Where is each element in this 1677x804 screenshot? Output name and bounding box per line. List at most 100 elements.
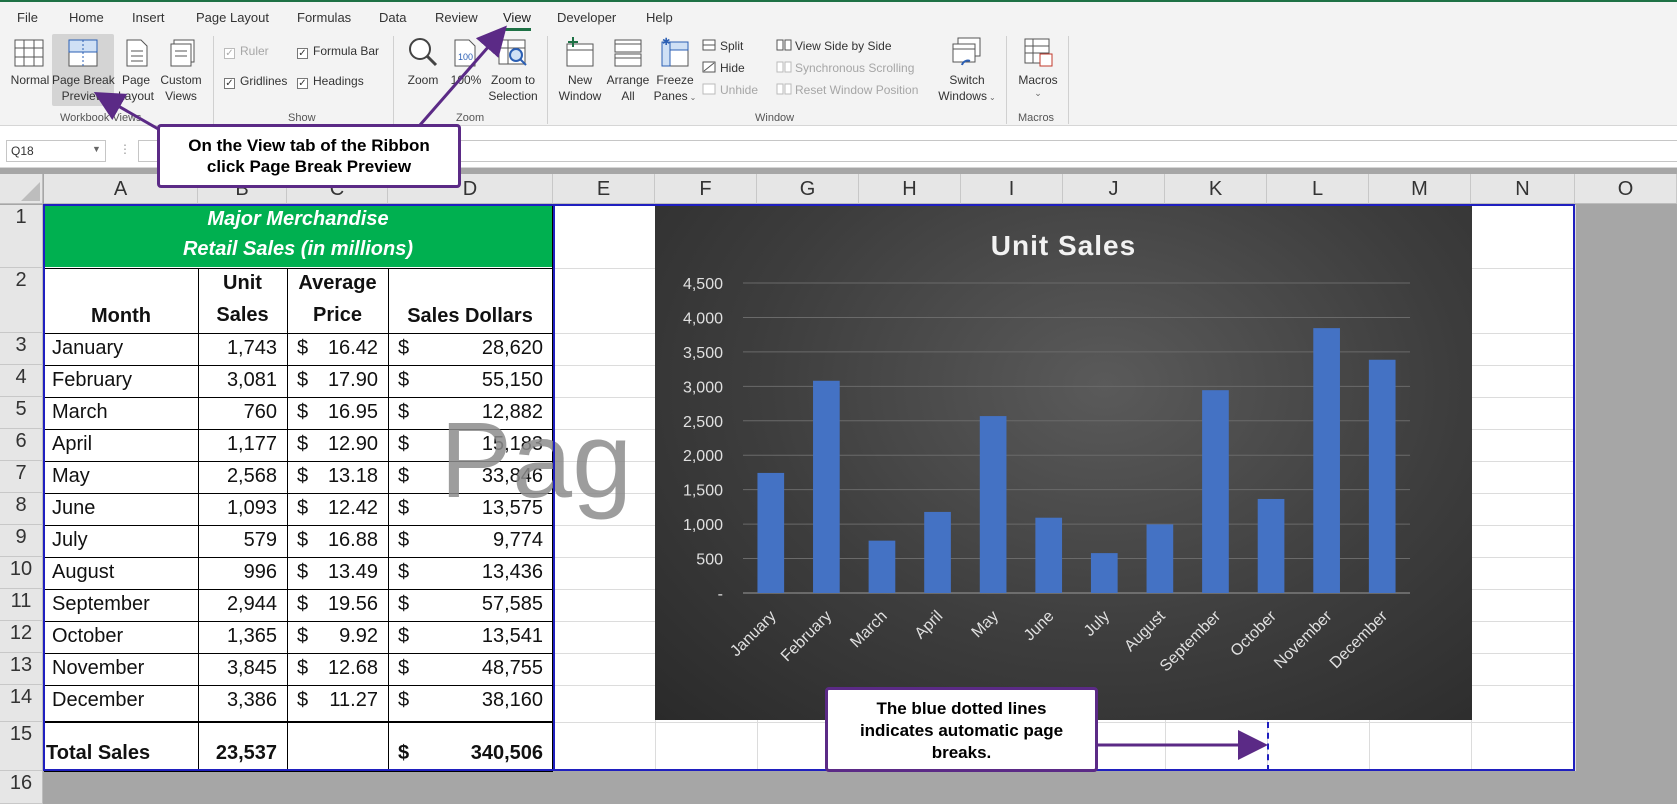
synchronous-scrolling-button[interactable]: Synchronous Scrolling [776, 60, 914, 75]
bar-december[interactable] [1368, 359, 1396, 593]
table-border [44, 333, 553, 334]
bar-september[interactable] [1202, 390, 1229, 593]
month-cell: October [52, 625, 124, 647]
menu-developer[interactable]: Developer [557, 10, 616, 25]
ribbon-separator [393, 36, 394, 124]
chevron-down-icon[interactable]: ▼ [92, 144, 101, 154]
column-header-e[interactable]: E [553, 174, 655, 204]
bar-august[interactable] [1146, 524, 1174, 593]
row-header-15[interactable]: 15 [0, 722, 43, 771]
zoom-to-selection-label-2[interactable]: Selection [486, 89, 540, 104]
column-header-k[interactable]: K [1165, 174, 1267, 204]
total-units: 23,537 [215, 742, 277, 764]
table-border [44, 268, 553, 269]
switch-windows-label-2[interactable]: Windows ⌄ [934, 89, 1000, 105]
synchronous-scrolling-label: Synchronous Scrolling [795, 61, 915, 75]
bar-october[interactable] [1257, 498, 1285, 593]
page-layout-label-1[interactable]: Page [116, 73, 156, 88]
bar-april[interactable] [924, 511, 951, 593]
bar-november[interactable] [1313, 328, 1340, 593]
dollars-cell: 13,436 [481, 561, 543, 583]
column-header-l[interactable]: L [1267, 174, 1369, 204]
table-border [44, 557, 553, 558]
headings-checkbox[interactable]: ✓ Headings [297, 74, 364, 89]
menu-data[interactable]: Data [379, 10, 406, 25]
page-break-preview-label-1: Page Break [52, 73, 115, 87]
month-cell: August [52, 561, 115, 583]
workbook-views-group-label: Workbook Views [60, 112, 142, 124]
y-tick-label: 3,500 [683, 345, 723, 362]
gridlines-checkbox[interactable]: ✓ Gridlines [224, 74, 287, 89]
chevron-down-icon[interactable]: ⌄ [1010, 86, 1066, 101]
page-layout-label-2[interactable]: Layout [116, 89, 156, 104]
freeze-panes-label-2[interactable]: Panes ⌄ [652, 89, 698, 105]
y-tick-label: 500 [696, 552, 723, 569]
menu-formulas[interactable]: Formulas [297, 10, 351, 25]
total-label: Total Sales [46, 742, 151, 764]
bar-may[interactable] [979, 416, 1007, 593]
switch-windows-label-1[interactable]: Switch [934, 73, 1000, 88]
arrange-all-label-1[interactable]: Arrange [604, 73, 652, 88]
table-border [44, 268, 45, 771]
price-cell: 13.18 [327, 465, 378, 487]
custom-views-label-2[interactable]: Views [156, 89, 206, 104]
menu-file[interactable]: File [17, 10, 38, 25]
table-border [44, 461, 553, 462]
hide-button[interactable]: Hide [702, 60, 745, 75]
dollars-cell: 55,150 [481, 369, 543, 391]
column-header-m[interactable]: M [1369, 174, 1471, 204]
menu-view[interactable]: View [503, 10, 531, 25]
page-break-preview-label-2: Preview [61, 89, 105, 103]
svg-text:✱: ✱ [662, 37, 670, 48]
name-box[interactable]: Q18 [6, 140, 106, 162]
view-side-by-side-button[interactable]: View Side by Side [776, 38, 892, 53]
column-header-i[interactable]: I [961, 174, 1063, 204]
reset-window-position-button[interactable]: Reset Window Position [776, 82, 918, 97]
price-cell: 16.88 [327, 529, 378, 551]
ribbon-separator [1006, 36, 1007, 124]
x-tick-label: May [969, 608, 1002, 641]
column-header-g[interactable]: G [757, 174, 859, 204]
new-window-label-2[interactable]: Window [555, 89, 605, 104]
unit-sales-chart[interactable]: Unit Sales - 500 1,000 1,500 2,000 2,500 3,000 3… [655, 205, 1472, 720]
bar-june[interactable] [1035, 517, 1063, 593]
bar-march[interactable] [868, 540, 896, 593]
new-window-label-1[interactable]: New [555, 73, 605, 88]
column-header-f[interactable]: F [655, 174, 757, 204]
arrange-all-label-2[interactable]: All [604, 89, 652, 104]
menu-insert[interactable]: Insert [132, 10, 165, 25]
more-options-icon[interactable]: ⋮ [119, 142, 131, 156]
row-header-16[interactable]: 16 [0, 771, 43, 804]
normal-view-button[interactable]: Normal [6, 73, 54, 88]
bar-july[interactable] [1090, 553, 1118, 593]
y-tick-label: 2,000 [683, 448, 723, 465]
price-cell: 9.92 [339, 625, 378, 647]
freeze-panes-label-1[interactable]: Freeze [652, 73, 698, 88]
menu-review[interactable]: Review [435, 10, 478, 25]
formula-bar-checkbox[interactable]: ✓ Formula Bar [297, 44, 379, 59]
units-cell: 3,386 [226, 689, 277, 711]
zoom-button[interactable]: Zoom [402, 73, 444, 88]
split-label: Split [720, 39, 744, 53]
column-header-j[interactable]: J [1063, 174, 1165, 204]
menu-home[interactable]: Home [69, 10, 104, 25]
page-layout-icon [124, 38, 150, 68]
bar-january[interactable] [757, 472, 785, 593]
zoom-100-button[interactable]: 100% [446, 73, 486, 88]
units-cell: 1,365 [226, 625, 277, 647]
split-button[interactable]: Split [702, 38, 743, 53]
menu-page-layout[interactable]: Page Layout [196, 10, 269, 25]
ruler-checkbox[interactable]: ✓ Ruler [224, 44, 269, 59]
zoom-to-selection-label-1[interactable]: Zoom to [486, 73, 540, 88]
column-header-o[interactable]: O [1575, 174, 1677, 204]
custom-views-label-1[interactable]: Custom [156, 73, 206, 88]
column-header-h[interactable]: H [859, 174, 961, 204]
row-header-2[interactable]: 2 [0, 268, 43, 333]
ribbon: Normal Page Break Preview Page Layout Cu… [0, 32, 1677, 126]
unhide-button[interactable]: Unhide [702, 82, 758, 97]
menu-help[interactable]: Help [646, 10, 673, 25]
column-header-n[interactable]: N [1471, 174, 1575, 204]
bar-february[interactable] [813, 380, 840, 593]
svg-text:100: 100 [458, 52, 473, 62]
reset-position-icon [776, 83, 792, 95]
